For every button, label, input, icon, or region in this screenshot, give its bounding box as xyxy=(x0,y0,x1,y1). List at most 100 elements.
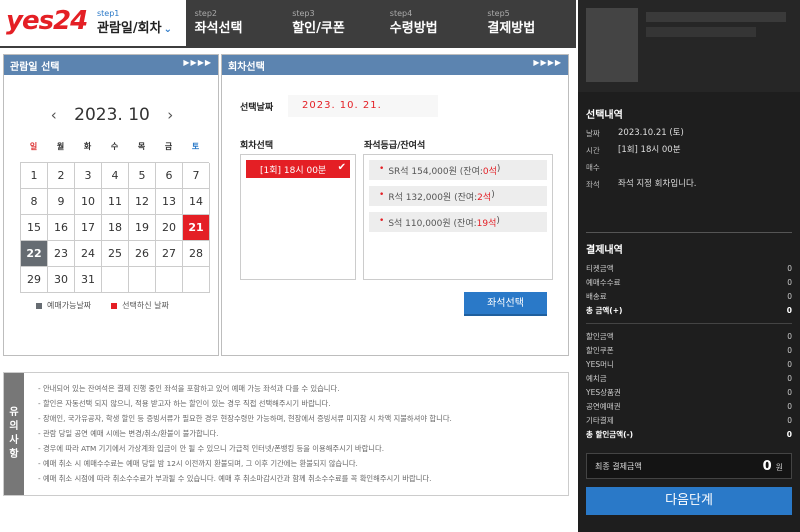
yes24-logo[interactable]: yes24 xyxy=(6,6,88,36)
payment-row: 공연예매권 0 xyxy=(586,400,792,414)
date-select-panel: 관람일 선택 ▶▶▶▶ ‹ 2023. 10 › 일월화수목금토 1234567… xyxy=(3,54,219,356)
calendar-day[interactable]: 29 xyxy=(21,267,48,293)
payment-value: 0 xyxy=(786,430,792,439)
panel-title: 회차선택 xyxy=(228,62,265,73)
calendar-day[interactable]: 18 xyxy=(102,215,129,241)
next-month-icon[interactable]: › xyxy=(167,106,173,124)
payment-label: 기타결제 xyxy=(586,416,614,425)
round-item[interactable]: [1회] 18시 00분 ✔ xyxy=(246,160,350,178)
step-number: step2 xyxy=(194,9,217,18)
payment-value: 0 xyxy=(787,278,792,287)
seat-select-button[interactable]: 좌석선택 xyxy=(464,292,547,316)
header-divider xyxy=(0,46,576,48)
calendar-day[interactable]: 24 xyxy=(75,241,102,267)
payment-label: 티켓금액 xyxy=(586,264,614,273)
calendar-day[interactable]: 28 xyxy=(183,241,210,267)
payment-row: 예매수수료 0 xyxy=(586,276,792,290)
final-amount: 0원 xyxy=(762,458,783,474)
weekday-label: 월 xyxy=(56,142,65,151)
calendar-day[interactable]: 13 xyxy=(156,189,183,215)
performance-subtitle-blurred xyxy=(646,27,756,37)
payment-row: 총 금액(+) 0 xyxy=(586,304,792,318)
payment-value: 0 xyxy=(787,332,792,341)
calendar-day[interactable]: 5 xyxy=(129,163,156,189)
calendar-day[interactable]: 11 xyxy=(102,189,129,215)
step-4-tab[interactable]: step4 수령방법 xyxy=(380,0,479,46)
calendar-day[interactable]: 2 xyxy=(48,163,75,189)
calendar-day[interactable]: 1 xyxy=(21,163,48,189)
calendar-day[interactable]: 20 xyxy=(156,215,183,241)
calendar-day[interactable]: 7 xyxy=(183,163,210,189)
payment-value: 0 xyxy=(787,374,792,383)
calendar-day[interactable]: 10 xyxy=(75,189,102,215)
next-step-button[interactable]: 다음단계 xyxy=(586,487,792,515)
step-2-tab[interactable]: step2 좌석선택 xyxy=(185,0,284,46)
calendar-day[interactable]: 21 xyxy=(183,215,210,241)
calendar-day[interactable]: 23 xyxy=(48,241,75,267)
bullet-icon: • xyxy=(379,164,385,174)
step-3-tab[interactable]: step3 할인/쿠폰 xyxy=(283,0,381,46)
payment-row: 배송료 0 xyxy=(586,290,792,304)
notice-box: 유 의 사 항 - 안내되어 있는 잔여석은 결제 진행 중인 좌석을 포함하고… xyxy=(3,372,569,496)
arrows-icon: ▶▶▶▶ xyxy=(183,58,212,67)
discount-group: 할인금액 0 할인쿠폰 0 YES머니 0 예치금 0 YES상품권 0 공연예매권 0 기타결제 0 총 … xyxy=(586,330,792,442)
selection-title: 선택내역 xyxy=(586,110,623,121)
payment-value: 0 xyxy=(787,346,792,355)
calendar-empty-cell xyxy=(156,267,183,293)
weekday-label: 일 xyxy=(29,142,38,151)
sidebar-divider xyxy=(586,232,792,233)
step-label: 결제방법 xyxy=(487,21,536,36)
payment-value: 0 xyxy=(787,388,792,397)
calendar-day[interactable]: 17 xyxy=(75,215,102,241)
payment-label: 공연예매권 xyxy=(586,402,621,411)
summary-row-date: 날짜 2023.10.21 (토) xyxy=(586,128,684,139)
step-number: step3 xyxy=(292,9,315,18)
selection-summary: 선택내역 날짜 2023.10.21 (토) 시간 [1회] 18시 00분 매수 … xyxy=(586,106,792,189)
payment-value: 0 xyxy=(787,416,792,425)
step-5-tab[interactable]: step5 결제방법 xyxy=(478,0,576,46)
square-icon xyxy=(36,302,42,309)
grade-item: • R석 132,000원 (잔여: 2석) xyxy=(369,186,547,206)
payment-row: 기타결제 0 xyxy=(586,414,792,428)
calendar-day[interactable]: 6 xyxy=(156,163,183,189)
calendar-empty-cell xyxy=(129,267,156,293)
final-amount-box: 최종 결제금액 0원 xyxy=(586,453,792,479)
step-label: 할인/쿠폰 xyxy=(292,21,345,36)
notice-line: - 경우에 따라 ATM 기기에서 가상계좌 입금이 안 될 수 있으니 가급적… xyxy=(38,444,385,453)
notice-line: - 예매 취소 시 예매수수료는 예매 당일 밤 12시 이전까지 환불되며, … xyxy=(38,459,358,468)
current-month: 2023. 10 xyxy=(74,105,150,125)
weekday-label: 금 xyxy=(164,142,173,151)
calendar-day[interactable]: 27 xyxy=(156,241,183,267)
prev-month-icon[interactable]: ‹ xyxy=(51,106,57,124)
step-number: step1 xyxy=(97,9,120,18)
payment-label: 총 할인금액(-) xyxy=(586,430,634,439)
month-nav: ‹ 2023. 10 › xyxy=(4,105,220,125)
calendar-day[interactable]: 30 xyxy=(48,267,75,293)
notice-line: - 안내되어 있는 잔여석은 결제 진행 중인 좌석을 포함하고 있어 예매 가… xyxy=(38,384,340,393)
calendar-day[interactable]: 3 xyxy=(75,163,102,189)
calendar-empty-cell xyxy=(102,267,129,293)
calendar-day[interactable]: 9 xyxy=(48,189,75,215)
payment-value: 0 xyxy=(787,402,792,411)
weekday-label: 목 xyxy=(137,142,146,151)
calendar-day[interactable]: 14 xyxy=(183,189,210,215)
calendar-day[interactable]: 19 xyxy=(129,215,156,241)
calendar-day[interactable]: 15 xyxy=(21,215,48,241)
calendar-day[interactable]: 31 xyxy=(75,267,102,293)
calendar-day[interactable]: 4 xyxy=(102,163,129,189)
round-select-panel: 회차선택 ▶▶▶▶ 선택날짜 2023. 10. 21. 회차선택 좌석등급/잔… xyxy=(221,54,569,356)
calendar-day[interactable]: 26 xyxy=(129,241,156,267)
step-number: step4 xyxy=(389,9,413,18)
payment-row: YES상품권 0 xyxy=(586,386,792,400)
step-nav: step1 관람일/회차 ⌄ step2 좌석선택 step3 할인/쿠폰 ste… xyxy=(88,0,576,46)
calendar-day[interactable]: 16 xyxy=(48,215,75,241)
selected-date-value: 2023. 10. 21. xyxy=(288,95,438,117)
step-1-tab[interactable]: step1 관람일/회차 ⌄ xyxy=(88,0,186,46)
calendar-day[interactable]: 25 xyxy=(102,241,129,267)
payment-label: 할인금액 xyxy=(586,332,614,341)
calendar-day[interactable]: 12 xyxy=(129,189,156,215)
payment-label: 총 금액(+) xyxy=(586,306,623,315)
calendar-day[interactable]: 22 xyxy=(21,241,48,267)
calendar-day[interactable]: 8 xyxy=(21,189,48,215)
calendar-empty-cell xyxy=(183,267,210,293)
